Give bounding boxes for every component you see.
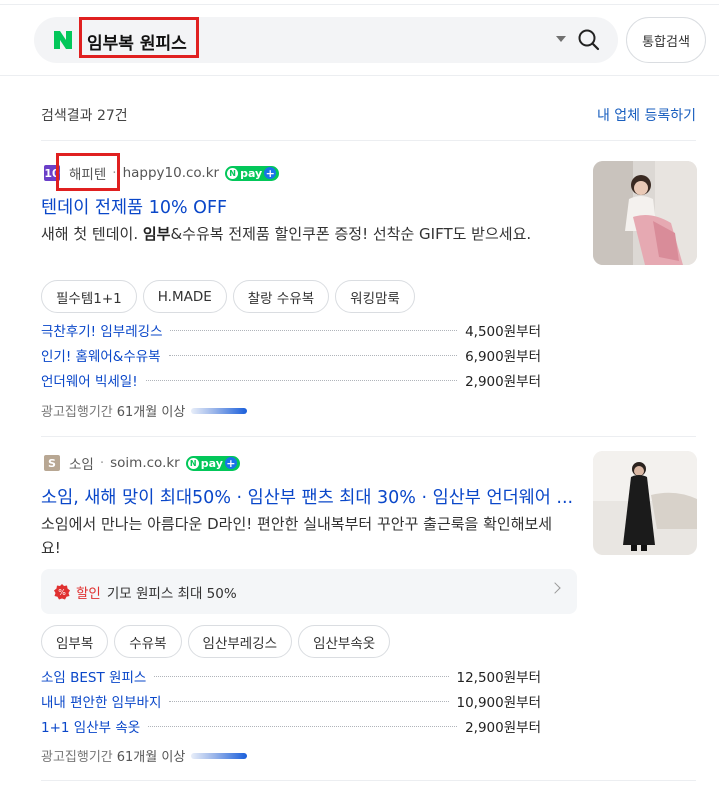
- chip[interactable]: 임부복: [41, 625, 109, 658]
- chip[interactable]: 수유복: [114, 625, 182, 658]
- price-list: 극찬후기! 임부레깅스 4,500원부터 인기! 홈웨어&수유복 6,900원부터 …: [41, 317, 541, 392]
- chip[interactable]: H.MADE: [142, 280, 227, 313]
- npay-badge: Npay +: [185, 455, 240, 471]
- top-divider: [0, 4, 719, 5]
- chevron-right-icon[interactable]: [549, 582, 561, 594]
- ad-domain[interactable]: happy10.co.kr: [123, 165, 220, 181]
- period-gauge: [191, 752, 248, 759]
- brand-highlight-box: [56, 153, 120, 191]
- divider: [41, 780, 696, 781]
- price-row[interactable]: 1+1 임산부 속옷 2,900원부터: [41, 713, 541, 738]
- search-bar[interactable]: 임부복 원피스: [34, 17, 618, 63]
- divider: [41, 436, 696, 437]
- ad-period: 광고집행기간 61개월 이상: [41, 401, 248, 420]
- soim-favicon-icon: S: [44, 455, 60, 471]
- ad-domain[interactable]: soim.co.kr: [110, 455, 180, 471]
- promo-tag: 할인: [76, 585, 101, 602]
- price-row[interactable]: 소임 BEST 원피스 12,500원부터: [41, 663, 541, 688]
- npay-n-icon: N: [227, 167, 239, 179]
- ad-source-row: S 소임 · soim.co.kr Npay +: [44, 452, 240, 474]
- ad-brand-name[interactable]: 소임: [69, 453, 94, 473]
- discount-badge-icon: %: [54, 583, 70, 599]
- ad-title[interactable]: 텐데이 전제품 10% OFF: [41, 194, 561, 219]
- dropdown-caret-icon[interactable]: [556, 36, 566, 42]
- chip[interactable]: 필수템1+1: [41, 280, 137, 313]
- npay-badge: Npay +: [225, 165, 280, 181]
- header-divider: [0, 75, 719, 76]
- price-list: 소임 BEST 원피스 12,500원부터 내내 편안한 임부바지 10,900원부…: [41, 663, 541, 738]
- chip[interactable]: 찰랑 수유복: [232, 280, 330, 313]
- ad-period: 광고집행기간 61개월 이상: [41, 746, 248, 765]
- ad-thumbnail[interactable]: [593, 161, 697, 265]
- ad-title[interactable]: 소임, 새해 맞이 최대50% · 임산부 팬츠 최대 30% · 임산부 언더…: [41, 484, 577, 509]
- unified-search-button[interactable]: 통합검색: [626, 17, 706, 63]
- period-gauge: [191, 407, 248, 414]
- chip[interactable]: 워킹맘룩: [335, 280, 415, 313]
- ad-description: 소임에서 만나는 아름다운 D라인! 편안한 실내복부터 꾸안꾸 출근룩을 확인…: [41, 515, 553, 557]
- search-icon[interactable]: [577, 28, 601, 52]
- search-input[interactable]: 임부복 원피스: [87, 29, 187, 54]
- plus-icon: +: [224, 456, 237, 470]
- result-count: 검색결과 27건: [41, 108, 128, 124]
- ad-chip-list: 임부복 수유복 임산부레깅스 임산부속옷: [41, 625, 391, 658]
- naver-logo-icon[interactable]: [52, 29, 74, 51]
- ad-thumbnail[interactable]: [593, 451, 697, 555]
- price-row[interactable]: 인기! 홈웨어&수유복 6,900원부터: [41, 342, 541, 367]
- promo-banner[interactable]: % 할인 기모 원피스 최대 50%: [41, 569, 577, 614]
- svg-text:%: %: [58, 588, 66, 597]
- divider: [41, 140, 696, 141]
- plus-icon: +: [264, 166, 277, 180]
- price-row[interactable]: 극찬후기! 임부레깅스 4,500원부터: [41, 317, 541, 342]
- ad-chip-list: 필수템1+1 H.MADE 찰랑 수유복 워킹맘룩: [41, 280, 415, 313]
- chip[interactable]: 임산부레깅스: [187, 625, 293, 658]
- price-row[interactable]: 언더웨어 빅세일! 2,900원부터: [41, 367, 541, 392]
- chip[interactable]: 임산부속옷: [298, 625, 391, 658]
- ad-description: 새해 첫 텐데이. 임부&수유복 전제품 할인쿠폰 증정! 선착순 GIFT도 …: [41, 225, 532, 243]
- register-business-link[interactable]: 내 업체 등록하기: [597, 105, 696, 125]
- price-row[interactable]: 내내 편안한 임부바지 10,900원부터: [41, 688, 541, 713]
- promo-text: 기모 원피스 최대 50%: [106, 585, 237, 602]
- npay-n-icon: N: [187, 457, 199, 469]
- separator-dot: ·: [99, 455, 105, 471]
